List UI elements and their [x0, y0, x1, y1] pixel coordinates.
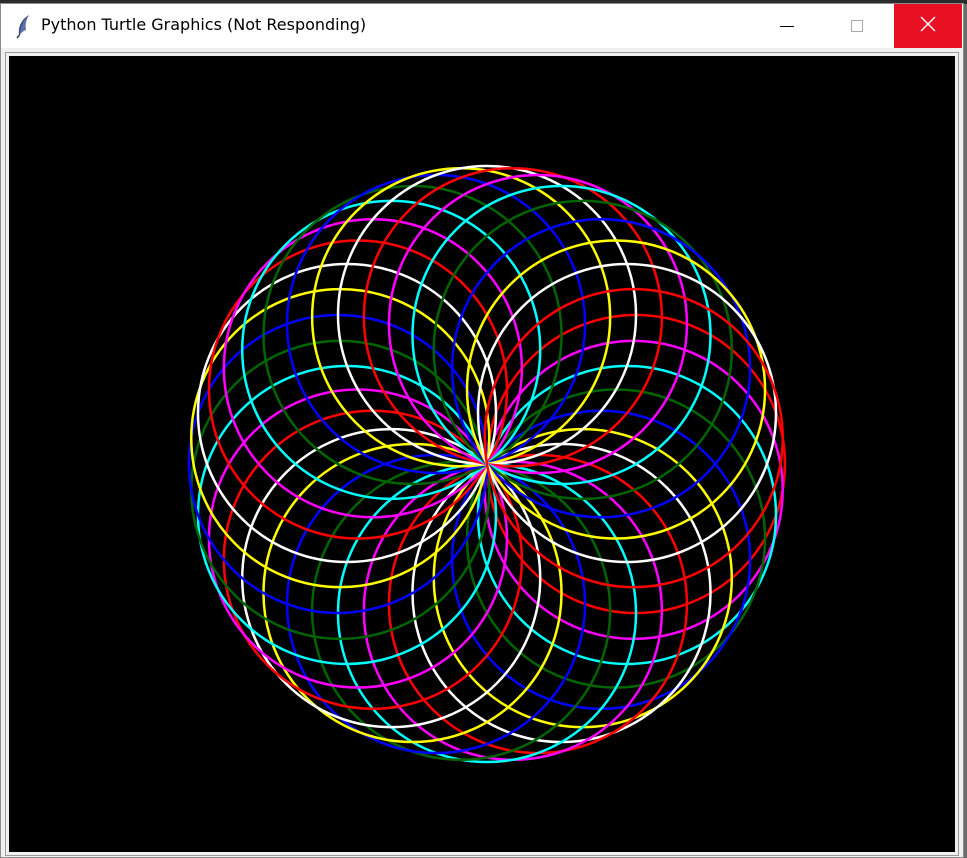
maximize-button[interactable] [823, 4, 891, 48]
close-button[interactable] [894, 4, 962, 48]
minimize-button[interactable] [753, 4, 821, 48]
minimize-icon [780, 25, 794, 27]
title-bar[interactable]: Python Turtle Graphics (Not Responding) [1, 4, 963, 48]
window-title: Python Turtle Graphics (Not Responding) [41, 15, 367, 34]
canvas-frame [5, 52, 959, 856]
spirograph-drawing [9, 56, 955, 852]
maximize-icon [851, 20, 863, 32]
turtle-canvas[interactable] [9, 56, 955, 852]
feather-icon [13, 13, 35, 39]
turtle-window: Python Turtle Graphics (Not Responding) [0, 3, 964, 858]
close-icon [920, 16, 936, 36]
